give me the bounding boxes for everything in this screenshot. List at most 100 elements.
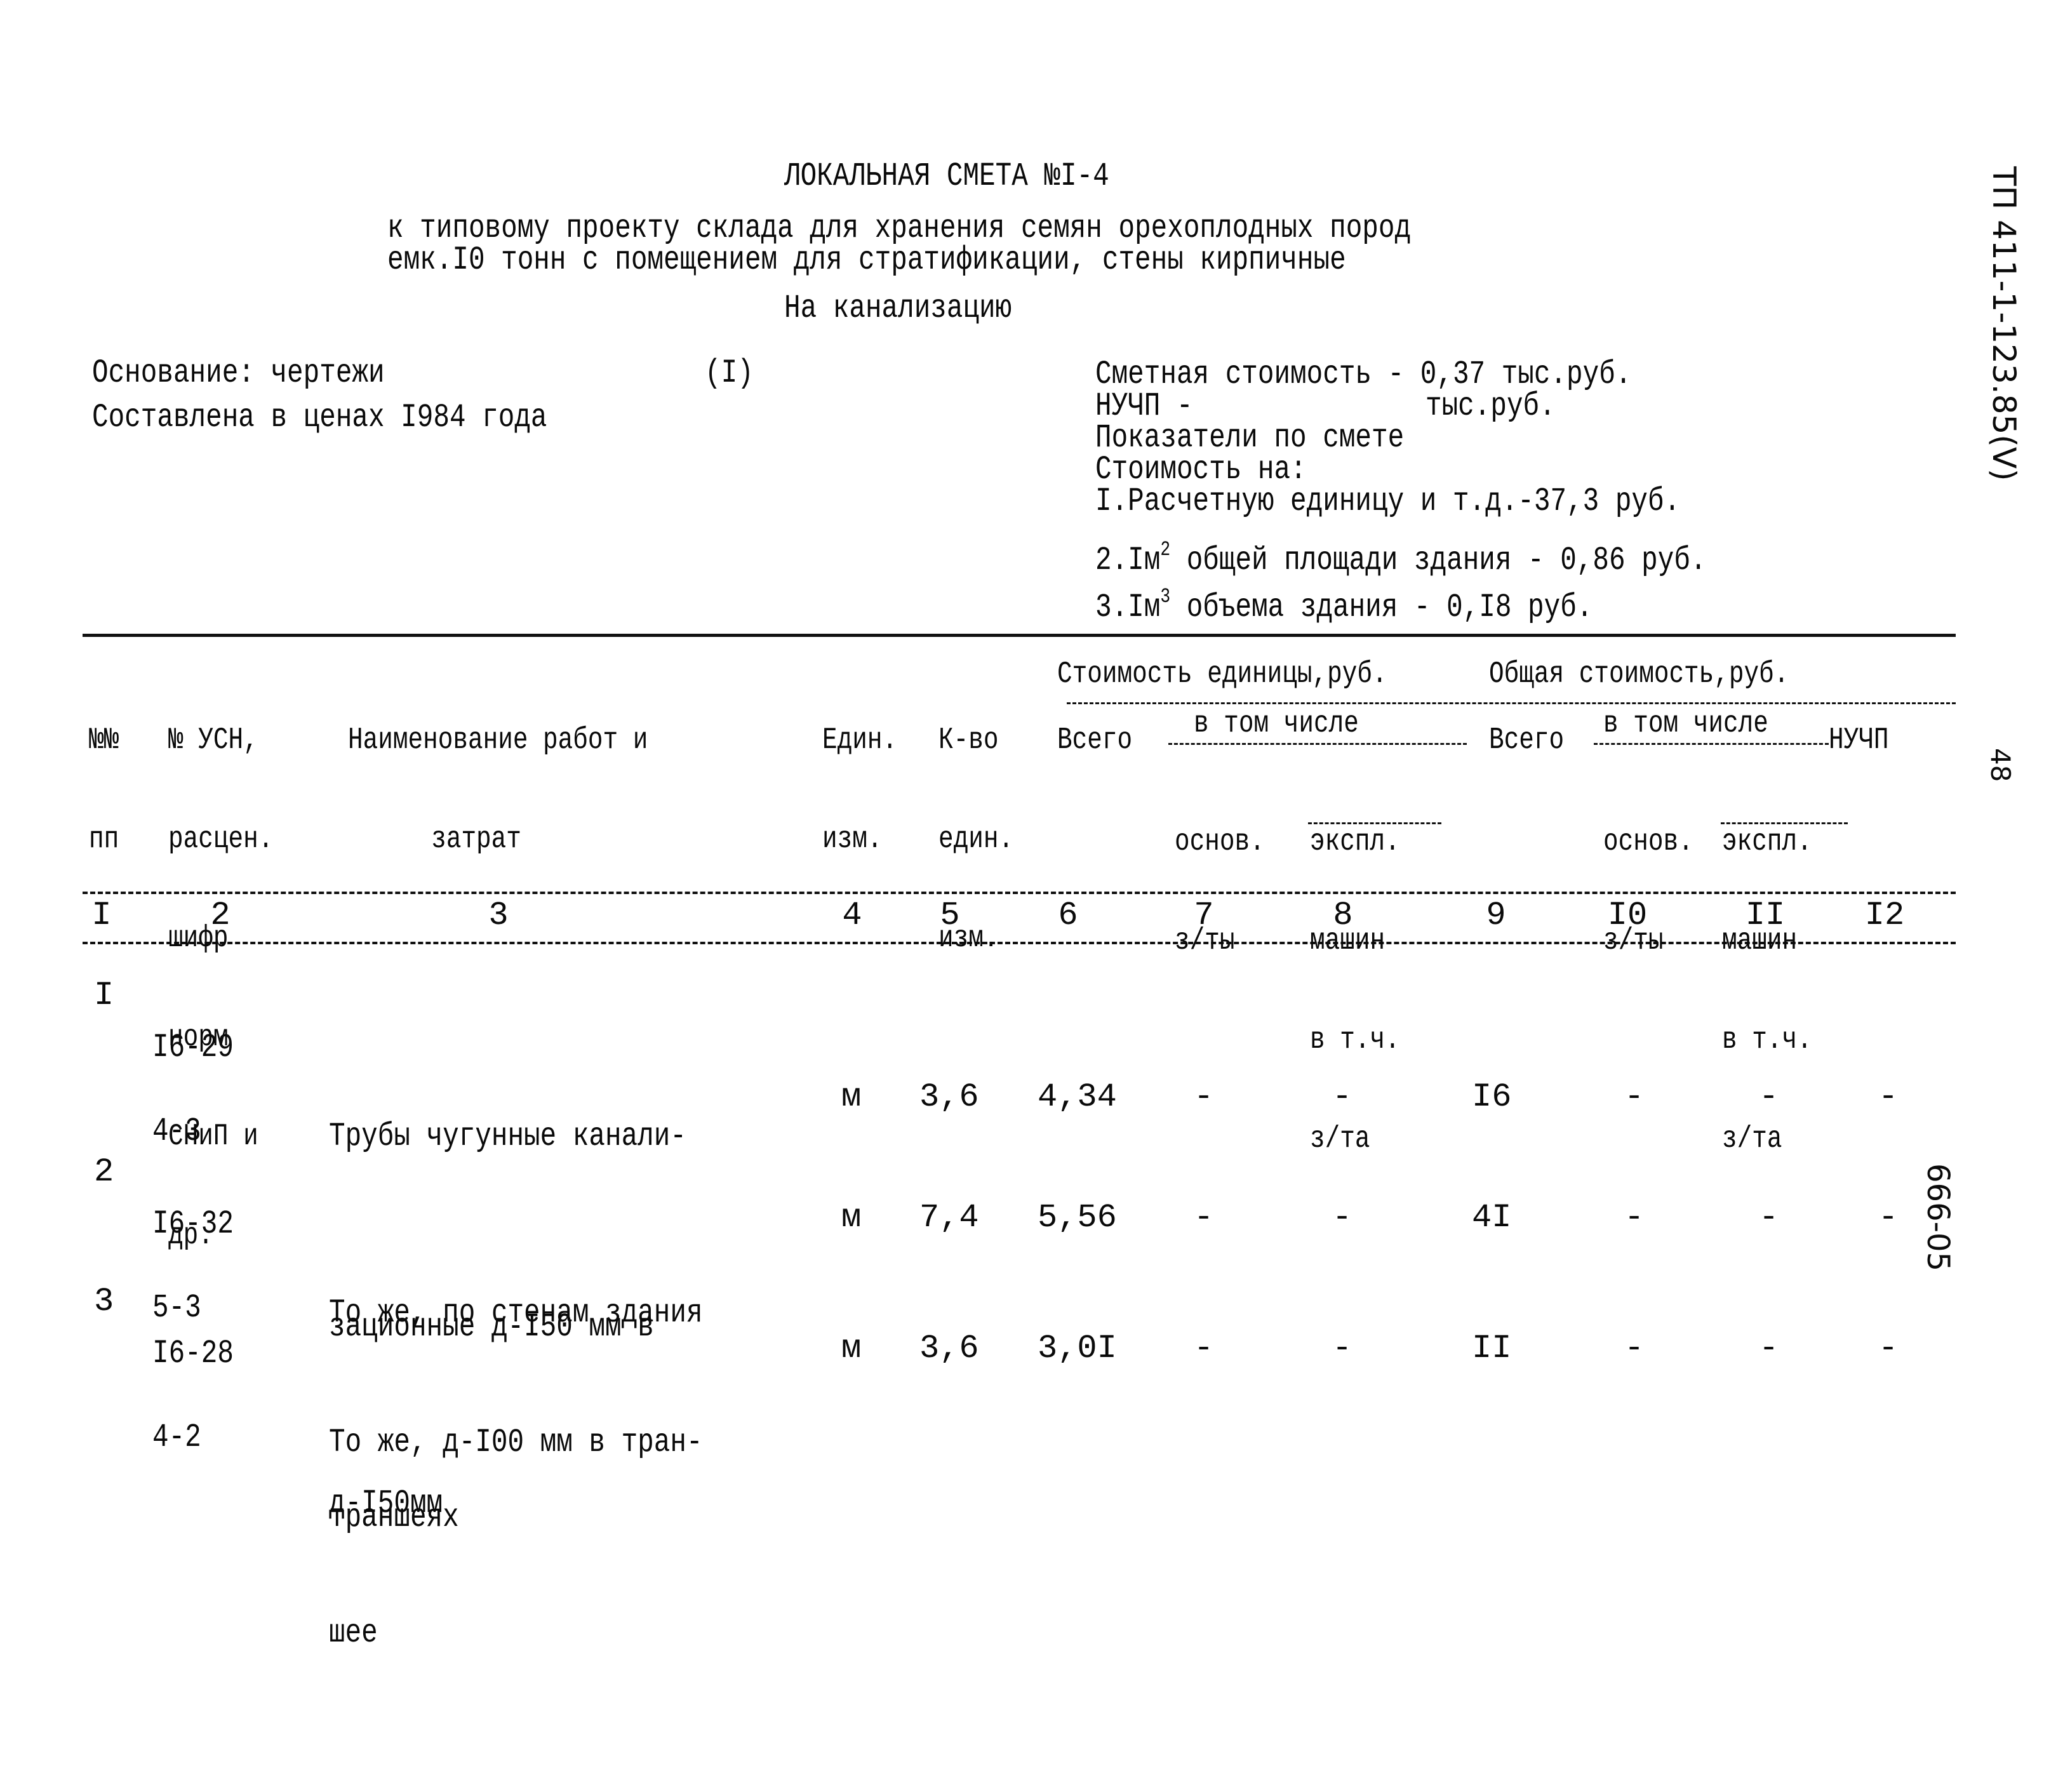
row-nuchp: - bbox=[1878, 1330, 1899, 1367]
column-number: 7 bbox=[1194, 897, 1214, 934]
header-text: № УСН, bbox=[168, 723, 258, 758]
column-number: 5 bbox=[940, 897, 960, 934]
row-unit-wage: - bbox=[1194, 1078, 1214, 1116]
header-total-cost-group: Общая стоимость,руб. bbox=[1489, 657, 1789, 692]
column-number: 4 bbox=[842, 897, 862, 934]
row-code: I6-28 4-2 bbox=[152, 1284, 234, 1508]
row-unit: м bbox=[841, 1078, 862, 1116]
row-total-machines: - bbox=[1759, 1078, 1779, 1116]
row-total-machines: - bbox=[1759, 1199, 1779, 1236]
column-number: 9 bbox=[1486, 897, 1506, 934]
column-number: I bbox=[91, 897, 112, 934]
row-unit: м bbox=[841, 1199, 862, 1236]
row-qty: 7,4 bbox=[919, 1199, 979, 1236]
indicator-item-2: 2.Iм2 общей площади здания - 0,86 руб. bbox=[1095, 532, 1707, 578]
code-line: I6-29 bbox=[152, 1029, 234, 1066]
row-unit-wage: - bbox=[1194, 1330, 1214, 1367]
column-number: I2 bbox=[1864, 897, 1905, 934]
row-total: 4I bbox=[1472, 1199, 1512, 1236]
column-number: I0 bbox=[1607, 897, 1648, 934]
header-unit-cost-group: Стоимость единицы,руб. bbox=[1057, 657, 1387, 692]
column-number: 3 bbox=[488, 897, 509, 934]
header-text: экспл. bbox=[1722, 825, 1812, 859]
row-number: I bbox=[94, 977, 114, 1014]
column-number: 6 bbox=[1058, 897, 1078, 934]
code-line: 4-3 bbox=[152, 1113, 201, 1150]
header-text: экспл. bbox=[1310, 825, 1400, 859]
header-total-machines: экспл. машин в т.ч. з/та bbox=[1722, 759, 1812, 1222]
indicator-item-3: 3.Iм3 объема здания - 0,I8 руб. bbox=[1095, 579, 1593, 625]
incl-rule-total bbox=[1594, 743, 1829, 745]
basis-label: Основание: чертежи bbox=[92, 354, 385, 392]
row-nuchp: - bbox=[1878, 1078, 1899, 1116]
name-line: То же, д-I00 мм в тран- bbox=[329, 1424, 703, 1461]
indicator-item-1: I.Расчетную единицу и т.д.-37,3 руб. bbox=[1095, 483, 1681, 520]
header-text: основ. bbox=[1175, 825, 1265, 859]
row-unit-machines: - bbox=[1332, 1199, 1352, 1236]
superscript: 2 bbox=[1160, 538, 1171, 561]
header-text: К-во bbox=[938, 723, 999, 758]
archive-stamp: 666-05 bbox=[1920, 1163, 1956, 1272]
superscript: 3 bbox=[1160, 585, 1171, 608]
row-total-wage: - bbox=[1624, 1330, 1645, 1367]
section-title: На канализацию bbox=[784, 290, 1012, 327]
indicator-item-2-prefix: 2.Iм bbox=[1095, 542, 1161, 579]
prices-year: Составлена в ценах I984 года bbox=[92, 399, 547, 436]
row-unit-wage: - bbox=[1194, 1199, 1214, 1236]
indicator-item-3-prefix: 3.Iм bbox=[1095, 589, 1161, 626]
doc-code-margin: ТП 411-1-123.85(V) bbox=[1986, 166, 2022, 481]
header-text: в т.ч. bbox=[1722, 1023, 1812, 1057]
header-text: з/ты bbox=[1175, 924, 1235, 958]
row-unit-total: 3,0I bbox=[1038, 1330, 1117, 1367]
column-number: 8 bbox=[1333, 897, 1353, 934]
row-total-wage: - bbox=[1624, 1199, 1645, 1236]
code-line: 4-2 bbox=[152, 1419, 201, 1456]
column-number: 2 bbox=[210, 897, 230, 934]
row-qty: 3,6 bbox=[919, 1330, 979, 1367]
name-line: шее bbox=[329, 1614, 378, 1652]
header-text: в т.ч. bbox=[1310, 1023, 1400, 1057]
row-number: 3 bbox=[94, 1283, 114, 1320]
cost-group-rule bbox=[1067, 702, 1956, 704]
incl-rule-unit bbox=[1168, 743, 1467, 745]
page-number: 48 bbox=[1985, 748, 2016, 782]
indicator-item-3-suffix: объема здания - 0,I8 руб. bbox=[1170, 589, 1593, 626]
header-total-incl: в том числе bbox=[1603, 707, 1768, 741]
indicator-item-2-suffix: общей площади здания - 0,86 руб. bbox=[1170, 542, 1707, 579]
code-line: I6-32 bbox=[152, 1205, 234, 1243]
row-total: II bbox=[1472, 1330, 1512, 1367]
header-text: з/та bbox=[1722, 1122, 1782, 1156]
row-qty: 3,6 bbox=[919, 1078, 979, 1116]
row-unit-total: 5,56 bbox=[1038, 1199, 1117, 1236]
row-number: 2 bbox=[94, 1153, 114, 1191]
row-unit-total: 4,34 bbox=[1038, 1078, 1117, 1116]
header-text: пп bbox=[89, 822, 119, 857]
header-text: №№ bbox=[89, 723, 119, 758]
row-total: I6 bbox=[1472, 1078, 1512, 1116]
row-unit: м bbox=[841, 1330, 862, 1367]
column-number: II bbox=[1745, 897, 1786, 934]
nuchp-unit: тыс.руб. bbox=[1426, 387, 1556, 425]
header-text: изм. bbox=[822, 822, 883, 857]
row-total-wage: - bbox=[1624, 1078, 1645, 1116]
header-col-5: К-во един. изм. bbox=[938, 658, 1013, 1021]
document-title: ЛОКАЛЬНАЯ СМЕТА №I-4 bbox=[784, 157, 1109, 195]
subtitle-line-2: емк.I0 тонн с помещением для стратификац… bbox=[387, 241, 1346, 279]
header-unit-incl: в том числе bbox=[1194, 707, 1359, 741]
header-text: з/та bbox=[1310, 1122, 1370, 1156]
header-nuchp: НУЧП bbox=[1829, 723, 1889, 758]
code-line: I6-28 bbox=[152, 1335, 234, 1372]
header-text: основ. bbox=[1603, 825, 1693, 859]
header-text: расцен. bbox=[168, 822, 274, 857]
basis-mark: (I) bbox=[705, 354, 754, 392]
row-total-machines: - bbox=[1759, 1330, 1779, 1367]
row-unit-machines: - bbox=[1332, 1078, 1352, 1116]
header-col-4: Един. изм. bbox=[822, 658, 897, 922]
table-top-rule bbox=[83, 634, 1956, 637]
header-col-3: Наименование работ и затрат bbox=[348, 658, 648, 922]
header-text: затрат bbox=[431, 822, 521, 857]
row-unit-machines: - bbox=[1332, 1330, 1352, 1367]
header-unit-total: Всего bbox=[1057, 723, 1133, 758]
row-name: То же, д-I00 мм в тран- шее bbox=[329, 1284, 703, 1792]
header-text: Наименование работ и bbox=[348, 723, 648, 758]
